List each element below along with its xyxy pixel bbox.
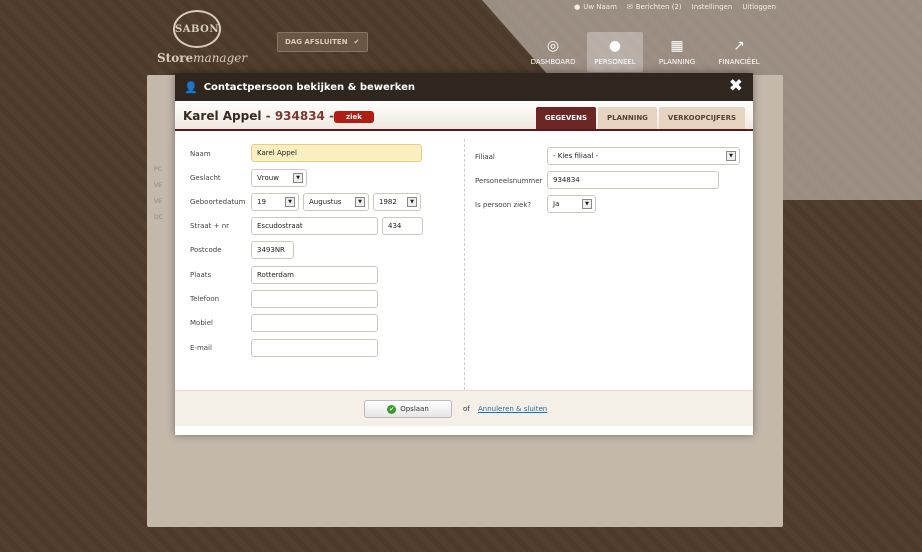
personeelsnummer-label: Personeelsnummer (475, 177, 543, 185)
contact-modal: 👤 Contactpersoon bekijken & bewerken ✖ K… (175, 73, 753, 435)
geslacht-select[interactable]: Vrouw ▼ (251, 169, 307, 187)
straat-input[interactable]: Escudostraat (251, 217, 378, 235)
filiaal-label: Filiaal (475, 153, 495, 161)
checkmark-icon: ✔ (353, 38, 360, 46)
ziek-label: Is persoon ziek? (475, 201, 532, 209)
filiaal-select[interactable]: - Kies filiaal - ▼ (547, 147, 740, 165)
naam-label: Naam (190, 150, 211, 158)
chevron-down-icon: ▼ (355, 197, 365, 207)
telefoon-label: Telefoon (190, 295, 220, 303)
modal-header: 👤 Contactpersoon bekijken & bewerken ✖ (175, 73, 753, 101)
save-button[interactable]: ✔ Opslaan (364, 400, 452, 418)
chevron-down-icon: ▼ (293, 173, 303, 183)
nav-personeel[interactable]: ● PERSONEEL (587, 32, 643, 72)
mobiel-label: Mobiel (190, 319, 213, 327)
top-links: ● Uw Naam ✉ Berichten (2) Instellingen Uit… (574, 3, 776, 11)
main-nav: ◎ DASHBOARD ● PERSONEEL ▦ PLANNING ↗ FIN… (525, 32, 773, 72)
person-number: 934834 (274, 109, 325, 123)
calendar-icon: ▦ (670, 38, 684, 54)
modal-footer: ✔ Opslaan of Annuleren & sluiten (175, 390, 753, 426)
logo: SABON Storemanager (157, 10, 248, 70)
tab-gegevens[interactable]: GEGEVENS (535, 107, 596, 129)
close-icon[interactable]: ✖ (729, 76, 743, 96)
email-input[interactable] (251, 339, 378, 357)
personnel-icon: ● (608, 38, 622, 54)
nav-financieel[interactable]: ↗ FINANCIËEL (711, 32, 767, 72)
naam-input[interactable]: Karel Appel (251, 144, 422, 162)
ziek-select[interactable]: Ja ▼ (547, 195, 596, 213)
jaar-select[interactable]: 1982 ▼ (373, 193, 421, 211)
logout-link[interactable]: Uitloggen (742, 3, 776, 11)
postcode-input[interactable]: 3493NR (251, 241, 294, 259)
day-close-button[interactable]: DAG AFSLUITEN ✔ (277, 32, 368, 52)
chevron-down-icon: ▼ (285, 197, 295, 207)
tab-planning[interactable]: PLANNING (597, 107, 657, 129)
geslacht-label: Geslacht (190, 174, 221, 182)
maand-select[interactable]: Augustus ▼ (303, 193, 369, 211)
plaats-label: Plaats (190, 271, 212, 279)
personeelsnummer-input[interactable]: 934834 (547, 171, 719, 189)
chevron-down-icon: ▼ (726, 151, 736, 161)
logo-mark: SABON (173, 10, 221, 48)
form-area: Naam Karel Appel Geslacht Vrouw ▼ Geboort… (175, 131, 753, 390)
status-badge: ziek (334, 111, 374, 123)
or-text: of (463, 405, 470, 413)
chart-icon: ↗ (733, 38, 745, 54)
telefoon-input[interactable] (251, 290, 378, 308)
check-icon: ✔ (387, 404, 397, 414)
user-link[interactable]: ● Uw Naam (574, 3, 617, 11)
dashboard-icon: ◎ (546, 38, 560, 54)
user-icon: ● (574, 3, 581, 11)
column-divider (464, 139, 465, 390)
mobiel-input[interactable] (251, 314, 378, 332)
background-sidebar: PC VE VE DC (154, 166, 163, 221)
huisnummer-input[interactable]: 434 (382, 217, 423, 235)
email-label: E-mail (190, 344, 212, 352)
chevron-down-icon: ▼ (407, 197, 417, 207)
messages-link[interactable]: ✉ Berichten (2) (627, 3, 682, 11)
tabs: GEGEVENS PLANNING VERKOOPCIJFERS (535, 107, 745, 129)
person-heading: Karel Appel - 934834 - (183, 109, 335, 123)
chevron-down-icon: ▼ (582, 199, 592, 209)
envelope-icon: ✉ (626, 3, 633, 11)
tab-verkoopcijfers[interactable]: VERKOOPCIJFERS (658, 107, 745, 129)
nav-planning[interactable]: ▦ PLANNING (649, 32, 705, 72)
dag-select[interactable]: 19 ▼ (251, 193, 299, 211)
brand-name: Storemanager (157, 51, 248, 65)
settings-link[interactable]: Instellingen (692, 3, 733, 11)
contact-person-icon: 👤 (184, 80, 198, 94)
straat-label: Straat + nr (190, 222, 230, 230)
geboortedatum-label: Geboortedatum (190, 198, 246, 206)
plaats-input[interactable]: Rotterdam (251, 266, 378, 284)
cancel-close-link[interactable]: Annuleren & sluiten (478, 405, 547, 413)
person-title-bar: Karel Appel - 934834 - ziek GEGEVENS PLA… (175, 101, 753, 131)
modal-title: Contactpersoon bekijken & bewerken (203, 81, 416, 93)
nav-dashboard[interactable]: ◎ DASHBOARD (525, 32, 581, 72)
postcode-label: Postcode (190, 246, 222, 254)
